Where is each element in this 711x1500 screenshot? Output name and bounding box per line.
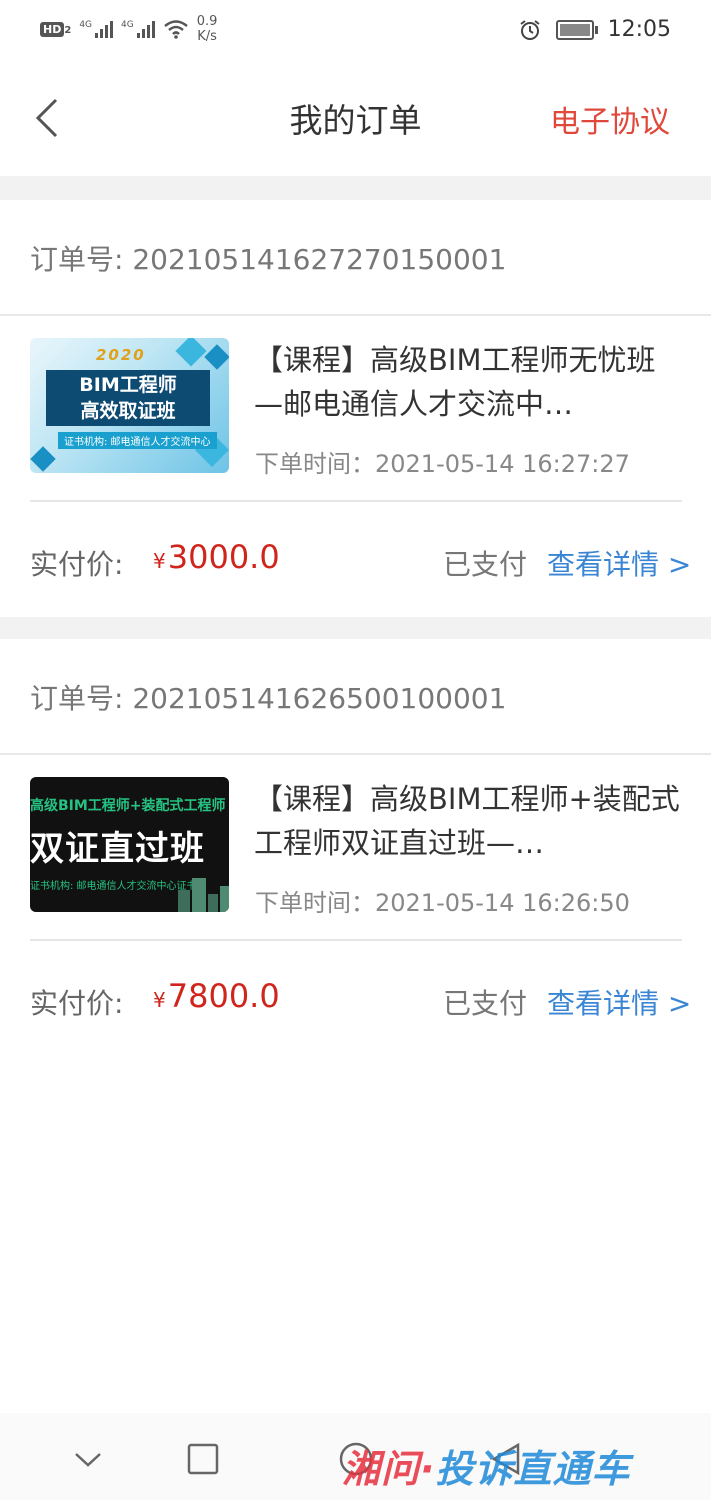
thumb-subtitle: 证书机构: 邮电通信人才交流中心证书 xyxy=(30,881,197,892)
divider xyxy=(0,314,711,316)
chevron-down-icon[interactable] xyxy=(70,1441,106,1477)
view-details-link[interactable]: 查看详情 > xyxy=(547,982,691,1022)
alarm-icon xyxy=(519,19,540,40)
payment-status: 已支付 xyxy=(443,987,528,1020)
network-speed: 0.9 K/s xyxy=(196,14,218,44)
price-value: ¥3000.0 xyxy=(153,538,280,576)
status-bar: HD 2 4G 4G 0.9 K/s 12:05 xyxy=(0,0,711,62)
price-value: ¥7800.0 xyxy=(153,977,280,1015)
thumb-subtitle: 证书机构: 邮电通信人才交流中心 xyxy=(58,432,217,449)
section-gap xyxy=(0,176,711,200)
order-card: 订单号: 2021051416272701500​01 2020 BIM工程师 … xyxy=(0,200,711,617)
order-time: 下单时间：2021-05-14 16:26:50 xyxy=(255,889,630,917)
thumb-headline: 高级BIM工程师+装配式工程师 xyxy=(30,798,226,814)
watermark-logo: 湘问·投诉直通车 xyxy=(342,1447,631,1491)
payment-status: 已支付 xyxy=(443,548,528,581)
hd-badge: HD 2 xyxy=(40,21,71,37)
divider xyxy=(30,500,682,502)
view-details-link[interactable]: 查看详情 > xyxy=(547,543,691,583)
signal-icon-2: 4G xyxy=(121,20,155,38)
product-title[interactable]: 【课程】高级BIM工程师无忧班—邮电通信人才交流中… xyxy=(254,338,684,426)
thumb-title: 双证直过班 xyxy=(30,829,205,869)
price-label: 实付价: xyxy=(30,548,124,581)
thumb-headline: BIM工程师 高效取证班 xyxy=(46,370,210,426)
status-left: HD 2 4G 4G 0.9 K/s xyxy=(40,14,217,44)
order-card: 订单号: 202105141626500100001 高级BIM工程师+装配式工… xyxy=(0,639,711,1059)
thumb-year: 2020 xyxy=(96,346,146,364)
course-thumbnail[interactable]: 高级BIM工程师+装配式工程师 双证直过班 证书机构: 邮电通信人才交流中心证书 xyxy=(30,777,229,912)
signal-icon: 4G xyxy=(79,20,114,38)
battery-icon xyxy=(555,19,598,40)
wifi-icon xyxy=(163,20,188,39)
divider xyxy=(30,939,682,941)
order-number: 订单号: 2021051416272701500​01 xyxy=(30,243,507,276)
recent-apps-icon[interactable] xyxy=(185,1441,221,1477)
order-number: 订单号: 202105141626500100001 xyxy=(30,682,507,715)
status-right: 12:05 xyxy=(518,17,671,42)
e-agreement-link[interactable]: 电子协议 xyxy=(550,97,670,141)
divider xyxy=(0,753,711,755)
clock: 12:05 xyxy=(607,17,671,42)
course-thumbnail[interactable]: 2020 BIM工程师 高效取证班 证书机构: 邮电通信人才交流中心 xyxy=(30,338,229,473)
price-label: 实付价: xyxy=(30,987,124,1020)
order-time: 下单时间：2021-05-14 16:27:27 xyxy=(255,450,630,478)
product-title[interactable]: 【课程】高级BIM工程师+装配式工程师双证直过班—… xyxy=(254,777,684,865)
section-gap xyxy=(0,617,711,639)
page-header: 我的订单 电子协议 xyxy=(0,62,711,174)
